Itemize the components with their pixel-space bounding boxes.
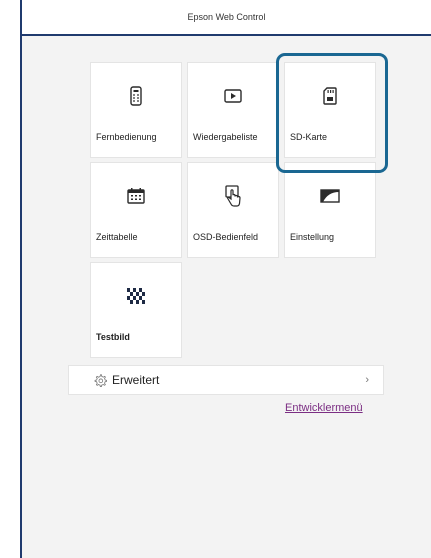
- chevron-right-icon: ›: [365, 374, 369, 386]
- gear-icon: [94, 373, 107, 387]
- tile-sd-karte[interactable]: SD-Karte: [284, 62, 376, 158]
- tile-label: Einstellung: [290, 232, 335, 242]
- developer-menu-link[interactable]: Entwicklermenü: [285, 402, 363, 414]
- tile-einstellung[interactable]: Einstellung: [284, 162, 376, 258]
- tile-label: Wiedergabeliste: [193, 132, 258, 142]
- advanced-row[interactable]: Erweitert ›: [68, 365, 384, 395]
- touch-hand-icon: [223, 185, 243, 207]
- tile-label: SD-Karte: [290, 132, 328, 142]
- play-icon: [223, 85, 243, 107]
- tile-fernbedienung[interactable]: Fernbedienung: [90, 62, 182, 158]
- tile-label: Fernbedienung: [96, 132, 157, 142]
- screen-icon: [320, 185, 340, 207]
- tile-testbild[interactable]: Testbild: [90, 262, 182, 358]
- tile-osd-bedienfeld[interactable]: OSD-Bedienfeld: [187, 162, 279, 258]
- tile-label: Testbild: [96, 332, 130, 342]
- calendar-icon: [126, 185, 146, 207]
- tile-zeittabelle[interactable]: Zeittabelle: [90, 162, 182, 258]
- advanced-label: Erweitert: [112, 373, 160, 387]
- page-header: Epson Web Control: [22, 0, 431, 36]
- tile-label: Zeittabelle: [96, 232, 138, 242]
- remote-control-icon: [126, 85, 146, 107]
- tile-wiedergabeliste[interactable]: Wiedergabeliste: [187, 62, 279, 158]
- test-pattern-icon: [126, 285, 146, 307]
- tile-label: OSD-Bedienfeld: [193, 232, 259, 242]
- page-title: Epson Web Control: [187, 12, 266, 22]
- sd-card-icon: [320, 85, 340, 107]
